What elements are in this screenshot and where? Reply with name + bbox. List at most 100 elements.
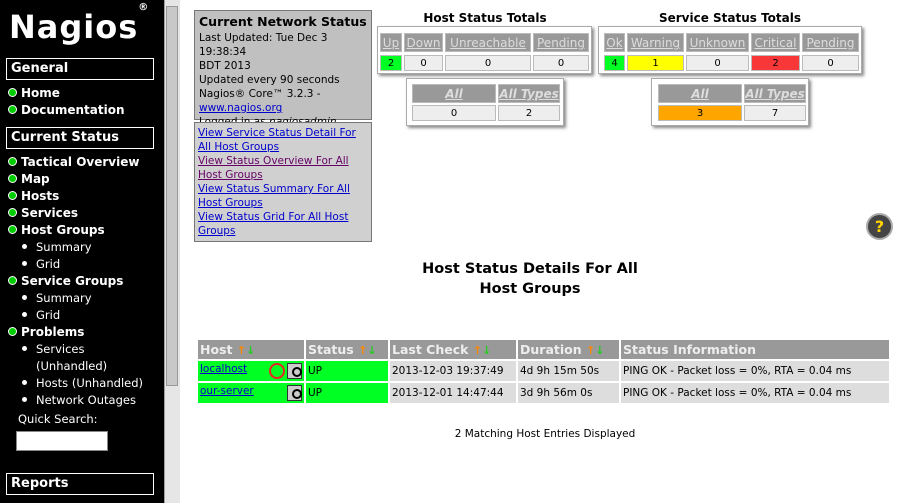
link-status-overview[interactable]: View Status Overview For All Host Groups xyxy=(198,154,368,182)
service-warning-header[interactable]: Warning xyxy=(627,33,684,52)
col-last-check[interactable]: Last Check ↑↓ xyxy=(390,340,516,359)
last-updated-zone: BDT 2013 xyxy=(199,60,251,72)
host-link[interactable]: localhost xyxy=(200,363,247,375)
sort-up-icon[interactable]: ↑ xyxy=(473,344,482,357)
duration-cell: 4d 9h 15m 50s xyxy=(518,361,619,381)
service-problems-count[interactable]: 3 xyxy=(658,105,742,121)
last-check-cell: 2013-12-03 19:37:49 xyxy=(390,361,516,381)
host-pending-count[interactable]: 0 xyxy=(533,55,589,71)
nagios-logo[interactable]: Nagios® xyxy=(9,2,149,46)
bullet-icon xyxy=(8,276,17,285)
service-all-types-header[interactable]: All Types xyxy=(744,84,806,103)
bullet-icon xyxy=(8,327,17,336)
bullet-icon xyxy=(22,244,27,249)
service-critical-count[interactable]: 2 xyxy=(751,55,800,71)
service-unknown-count[interactable]: 0 xyxy=(686,55,749,71)
host-up-header[interactable]: Up xyxy=(380,33,402,52)
service-pending-count[interactable]: 0 xyxy=(802,55,859,71)
sort-down-icon[interactable]: ↓ xyxy=(595,344,604,357)
service-types-count[interactable]: 7 xyxy=(744,105,806,121)
host-status-table: Host ↑↓ Status ↑↓ Last Check ↑↓ Duration… xyxy=(196,338,891,405)
col-host[interactable]: Host ↑↓ xyxy=(198,340,304,359)
host-cell: localhost xyxy=(198,361,304,381)
bullet-icon xyxy=(8,105,17,114)
sort-down-icon[interactable]: ↓ xyxy=(367,344,376,357)
nav-tactical-overview[interactable]: Tactical Overview xyxy=(8,155,139,169)
sidebar: Nagios® General Home Documentation Curre… xyxy=(0,0,164,503)
host-link[interactable]: our-server xyxy=(200,385,254,397)
nav-network-outages[interactable]: Network Outages xyxy=(22,393,136,407)
service-all-problems-header[interactable]: All Problems xyxy=(658,84,742,120)
nav-hosts[interactable]: Hosts xyxy=(8,189,59,203)
host-unreachable-header[interactable]: Unreachable xyxy=(445,33,531,52)
col-duration[interactable]: Duration ↑↓ xyxy=(518,340,619,359)
last-updated: Last Updated: Tue Dec 3 19:38:34 xyxy=(199,32,328,58)
last-check-cell: 2013-12-01 14:47:44 xyxy=(390,383,516,403)
host-all-problems-header[interactable]: All Problems xyxy=(412,84,496,120)
service-warning-count[interactable]: 1 xyxy=(627,55,684,71)
current-network-status-box: Current Network Status Last Updated: Tue… xyxy=(194,10,372,128)
nav-problem-hosts[interactable]: Hosts (Unhandled) xyxy=(22,376,143,390)
duration-cell: 3d 9h 56m 0s xyxy=(518,383,619,403)
host-down-header[interactable]: Down xyxy=(404,33,443,52)
host-pending-header[interactable]: Pending xyxy=(533,33,589,52)
host-types-count[interactable]: 2 xyxy=(498,105,560,121)
nav-host-groups[interactable]: Host Groups xyxy=(8,223,105,237)
graph-icon[interactable] xyxy=(269,363,285,379)
col-status[interactable]: Status ↑↓ xyxy=(306,340,388,359)
host-problems-count[interactable]: 0 xyxy=(412,105,496,121)
link-status-summary[interactable]: View Status Summary For All Host Groups xyxy=(198,182,368,210)
nav-sg-grid[interactable]: Grid xyxy=(22,308,60,322)
bullet-icon xyxy=(22,397,27,402)
view-links: View Service Status Detail For All Host … xyxy=(194,122,372,242)
service-detail-icon[interactable] xyxy=(287,363,302,379)
core-version: Nagios® Core™ 3.2.3 - xyxy=(199,88,321,100)
sort-up-icon[interactable]: ↑ xyxy=(358,344,367,357)
nav-problem-services[interactable]: Services xyxy=(22,342,85,356)
section-reports[interactable]: Reports xyxy=(6,473,154,495)
nav-services[interactable]: Services xyxy=(8,206,78,220)
service-critical-header[interactable]: Critical xyxy=(751,33,800,52)
section-current-status: Current Status xyxy=(6,127,154,149)
sort-up-icon[interactable]: ↑ xyxy=(586,344,595,357)
service-ok-header[interactable]: Ok xyxy=(604,33,625,52)
host-all-types-header[interactable]: All Types xyxy=(498,84,560,103)
help-icon[interactable]: ? xyxy=(866,213,893,240)
bullet-icon xyxy=(8,208,17,217)
bullet-icon xyxy=(22,380,27,385)
service-detail-icon[interactable] xyxy=(287,385,302,401)
bullet-icon xyxy=(8,157,17,166)
scrollbar-thumb[interactable] xyxy=(166,6,178,386)
nagios-link[interactable]: www.nagios.org xyxy=(199,102,282,114)
service-ok-count[interactable]: 4 xyxy=(604,55,625,71)
col-status-info: Status Information xyxy=(621,340,889,359)
host-cell: our-server xyxy=(198,383,304,403)
host-unreachable-count[interactable]: 0 xyxy=(445,55,531,71)
link-status-grid[interactable]: View Status Grid For All Host Groups xyxy=(198,210,368,238)
sort-up-icon[interactable]: ↑ xyxy=(237,344,246,357)
nav-problem-services-unhandled[interactable]: (Unhandled) xyxy=(36,359,107,373)
link-service-detail[interactable]: View Service Status Detail For All Host … xyxy=(198,126,368,154)
nav-map[interactable]: Map xyxy=(8,172,50,186)
nav-service-groups[interactable]: Service Groups xyxy=(8,274,123,288)
host-down-count[interactable]: 0 xyxy=(404,55,443,71)
nav-hg-grid[interactable]: Grid xyxy=(22,257,60,271)
table-row: localhost UP 2013-12-03 19:37:49 4d 9h 1… xyxy=(198,361,889,381)
nav-hg-summary[interactable]: Summary xyxy=(22,240,92,254)
bullet-icon xyxy=(8,191,17,200)
matching-count: 2 Matching Host Entries Displayed xyxy=(454,428,636,440)
service-pending-header[interactable]: Pending xyxy=(802,33,859,52)
bullet-icon xyxy=(8,174,17,183)
nav-home[interactable]: Home xyxy=(8,86,60,100)
sort-down-icon[interactable]: ↓ xyxy=(246,344,255,357)
service-totals-title: Service Status Totals xyxy=(658,11,802,25)
service-unknown-header[interactable]: Unknown xyxy=(686,33,749,52)
nav-documentation[interactable]: Documentation xyxy=(8,103,125,117)
host-up-count[interactable]: 2 xyxy=(380,55,402,71)
status-cell: UP xyxy=(306,361,388,381)
nav-problems[interactable]: Problems xyxy=(8,325,84,339)
nav-sg-summary[interactable]: Summary xyxy=(22,291,92,305)
section-general: General xyxy=(6,58,154,80)
sort-down-icon[interactable]: ↓ xyxy=(482,344,491,357)
quick-search-input[interactable] xyxy=(16,431,108,451)
